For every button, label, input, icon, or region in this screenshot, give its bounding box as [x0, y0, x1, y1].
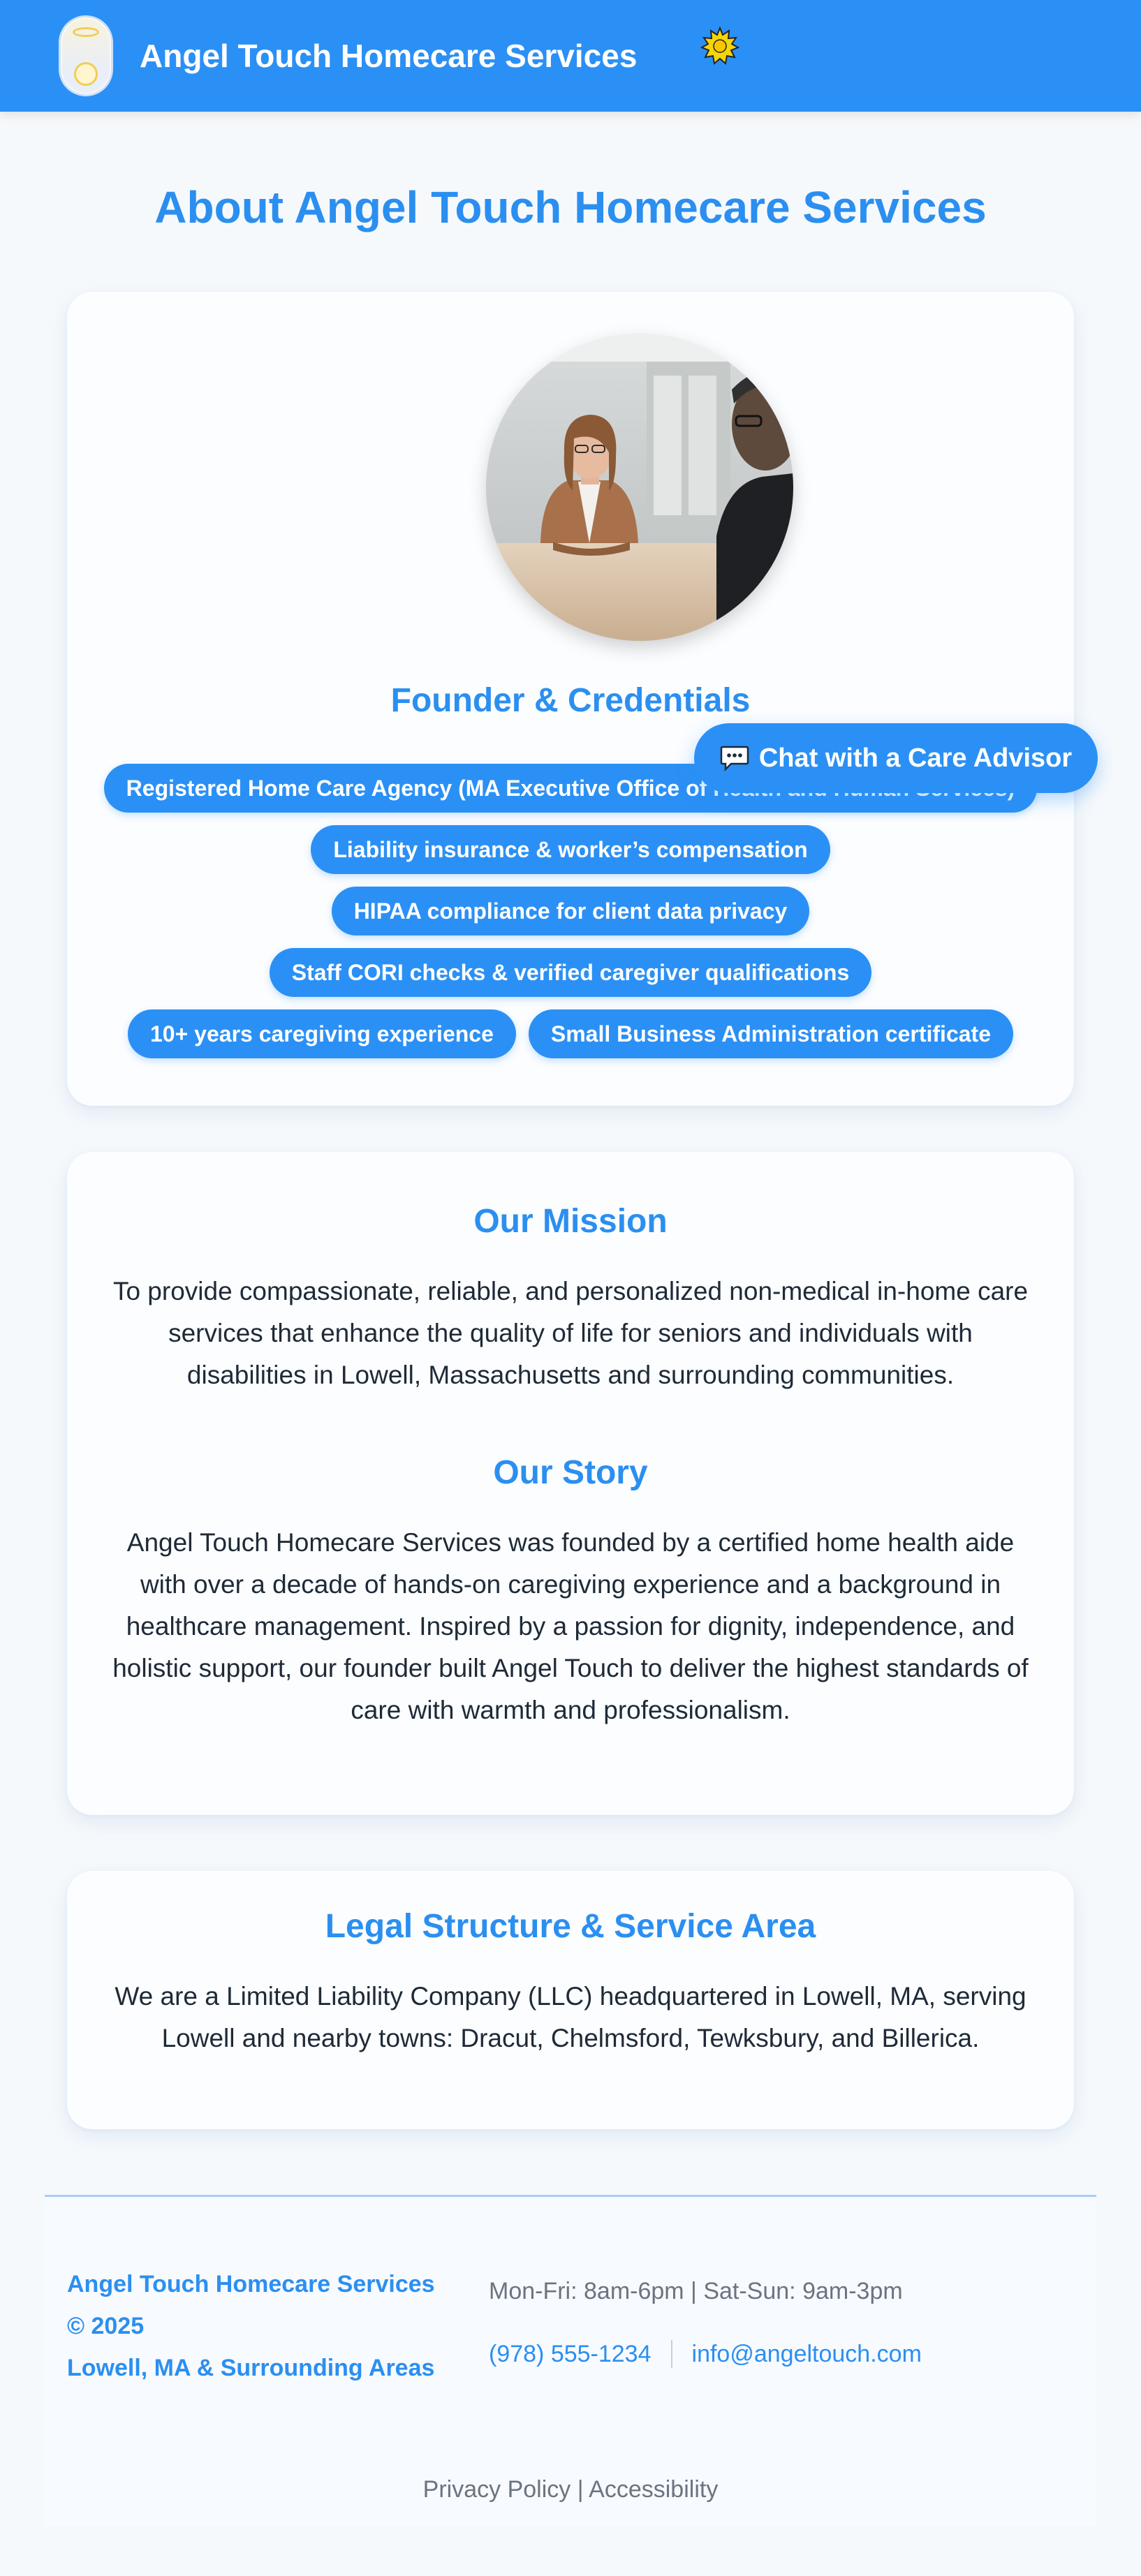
legal-heading: Legal Structure & Service Area [325, 1908, 816, 1945]
credentials-row: Staff CORI checks & verified caregiver q… [95, 948, 1046, 997]
credential-pill: HIPAA compliance for client data privacy [331, 887, 810, 935]
sun-icon [700, 27, 739, 65]
mission-heading: Our Mission [473, 1203, 668, 1240]
accessibility-link[interactable]: Accessibility [589, 2476, 718, 2503]
angel-head-shape [74, 62, 98, 86]
founder-card: Founder & Credentials Registered Home Ca… [67, 292, 1074, 1106]
chat-button-label: Chat with a Care Advisor [758, 743, 1073, 773]
credentials-row: 10+ years caregiving experience Small Bu… [95, 1009, 1046, 1058]
contact-separator [670, 2340, 672, 2368]
footer-copyright: © 2025 [67, 2313, 145, 2339]
footer-brand: Angel Touch Homecare Services © 2025 Low… [67, 2263, 486, 2389]
footer-location: Lowell, MA & Surrounding Areas [67, 2355, 435, 2381]
footer-brand-name: Angel Touch Homecare Services [67, 2271, 435, 2297]
legal-text: We are a Limited Liability Company (LLC)… [115, 1982, 1026, 2052]
story-heading: Our Story [493, 1454, 648, 1491]
credential-pill: Liability insurance & worker’s compensat… [311, 825, 830, 874]
footer-hours: Mon-Fri: 8am-6pm | Sat-Sun: 9am-3pm [489, 2278, 903, 2304]
footer-contact: (978) 555-1234 info@angeltouch.com [489, 2337, 922, 2371]
site-title[interactable]: Angel Touch Homecare Services [140, 35, 637, 77]
footer-links: Privacy Policy | Accessibility [45, 2473, 1096, 2506]
email-link[interactable]: info@angeltouch.com [692, 2337, 922, 2371]
credentials-row: Liability insurance & worker’s compensat… [95, 825, 1046, 874]
page-title: About Angel Touch Homecare Services [154, 182, 987, 232]
founder-heading: Founder & Credentials [390, 682, 751, 719]
story-text: Angel Touch Homecare Services was founde… [112, 1528, 1029, 1724]
footer-divider [45, 2195, 1096, 2197]
credentials-row: HIPAA compliance for client data privacy [95, 887, 1046, 935]
credential-pill: Staff CORI checks & verified caregiver q… [269, 948, 872, 997]
site-header: Angel Touch Homecare Services [0, 0, 1141, 112]
privacy-policy-link[interactable]: Privacy Policy [423, 2476, 571, 2503]
phone-link[interactable]: (978) 555-1234 [489, 2337, 652, 2371]
chat-bubble-icon [720, 746, 749, 771]
legal-card: Legal Structure & Service Area We are a … [67, 1871, 1074, 2129]
mission-text: To provide compassionate, reliable, and … [112, 1277, 1029, 1389]
angel-logo-icon[interactable] [59, 15, 113, 96]
site-footer: Angel Touch Homecare Services © 2025 Low… [45, 2198, 1096, 2526]
credentials-list: Registered Home Care Agency (MA Executiv… [95, 764, 1046, 1058]
footer-link-separator: | [577, 2476, 584, 2503]
founder-photo [486, 334, 793, 641]
founder-photo-illustration [486, 334, 793, 641]
mission-story-card: Our Mission To provide compassionate, re… [67, 1152, 1074, 1815]
chat-care-advisor-button[interactable]: Chat with a Care Advisor [694, 723, 1098, 793]
credential-pill: 10+ years caregiving experience [128, 1009, 516, 1058]
credential-pill: Small Business Administration certificat… [528, 1009, 1013, 1058]
halo-shape [73, 27, 99, 37]
